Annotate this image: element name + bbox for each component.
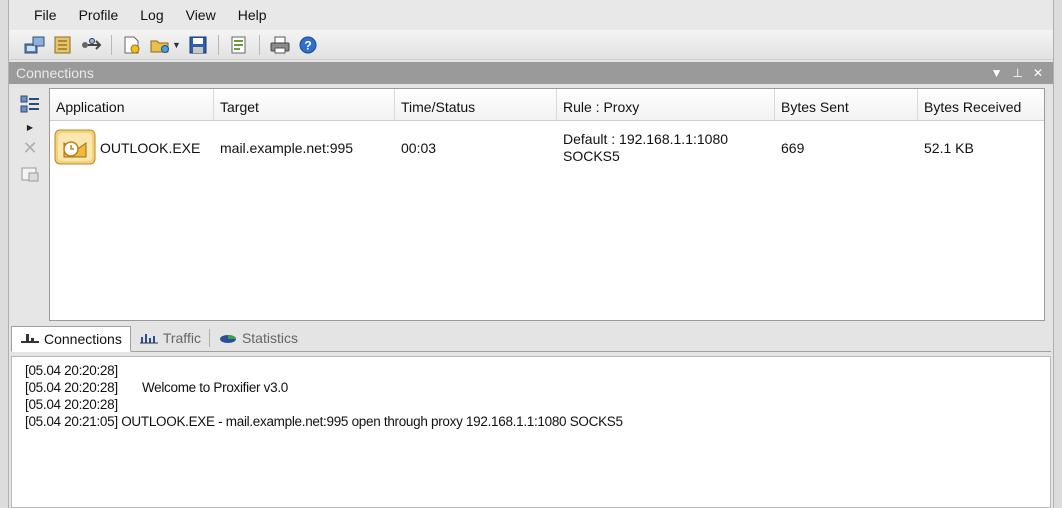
connections-icon[interactable] xyxy=(23,34,47,56)
close-connection-icon[interactable]: ✕ xyxy=(22,138,37,159)
expand-arrow-icon[interactable]: ▶ xyxy=(27,123,33,132)
tab-connections[interactable]: Connections xyxy=(11,326,131,352)
log-line: [05.04 20:20:28] Welcome to Proxifier v3… xyxy=(25,380,288,395)
open-profile-icon[interactable] xyxy=(148,34,172,56)
table-row[interactable]: OUTLOOK.EXE mail.example.net:995 00:03 D… xyxy=(50,121,1044,175)
new-profile-icon[interactable] xyxy=(120,34,144,56)
application-cell: OUTLOOK.EXE xyxy=(50,129,214,168)
bytes-received-cell: 52.1 KB xyxy=(924,140,974,156)
col-application[interactable]: Application xyxy=(50,89,214,121)
table-header: Application Target Time/Status Rule : Pr… xyxy=(50,89,1044,121)
log-line: [05.04 20:20:28] xyxy=(25,397,118,412)
tab-label: Statistics xyxy=(241,330,298,346)
bottom-tabs: Connections Traffic Statistics xyxy=(11,324,1051,352)
connections-table: Application Target Time/Status Rule : Pr… xyxy=(49,88,1045,321)
panel-title: Connections xyxy=(16,65,94,81)
log-panel[interactable]: [05.04 20:20:28] [05.04 20:20:28] Welcom… xyxy=(11,356,1051,508)
toolbar-separator xyxy=(218,34,219,55)
menu-view[interactable]: View xyxy=(175,7,227,23)
time-status-cell: 00:03 xyxy=(401,140,437,156)
menu-profile[interactable]: Profile xyxy=(68,7,130,23)
window-icon[interactable] xyxy=(20,165,40,186)
menu-bar: File Profile Log View Help xyxy=(9,0,1053,30)
toolbar-separator xyxy=(259,34,260,55)
col-time-status[interactable]: Time/Status xyxy=(395,89,557,121)
tab-label: Connections xyxy=(44,331,122,347)
tab-statistics[interactable]: Statistics xyxy=(210,325,306,351)
panel-controls: ▼ ⊥ ✕ xyxy=(991,62,1043,84)
outlook-icon xyxy=(54,129,96,168)
log-icon[interactable] xyxy=(227,34,251,56)
menu-log[interactable]: Log xyxy=(129,7,174,23)
menu-help[interactable]: Help xyxy=(227,7,278,23)
rule-proxy-line: Default : 192.168.1.1:1080 xyxy=(563,131,729,147)
log-line: [05.04 20:21:05] OUTLOOK.EXE - mail.exam… xyxy=(25,414,623,429)
rule-proxy-type: SOCKS5 xyxy=(563,148,620,164)
rules-icon[interactable] xyxy=(51,34,75,56)
proxy-icon[interactable] xyxy=(79,34,103,56)
statistics-tab-icon xyxy=(219,335,236,343)
application-name: OUTLOOK.EXE xyxy=(100,140,201,156)
col-target[interactable]: Target xyxy=(214,89,395,121)
save-profile-icon[interactable] xyxy=(186,34,210,56)
chevron-down-icon[interactable]: ▼ xyxy=(172,40,182,50)
toolbar-separator xyxy=(111,34,112,55)
tab-traffic[interactable]: Traffic xyxy=(131,325,209,351)
connections-panel-header: Connections ▼ ⊥ ✕ xyxy=(9,62,1053,84)
group-icon[interactable] xyxy=(19,94,41,117)
tab-label: Traffic xyxy=(162,330,201,346)
col-rule-proxy[interactable]: Rule : Proxy xyxy=(557,89,775,121)
close-icon[interactable]: ✕ xyxy=(1033,66,1043,80)
pin-icon[interactable]: ⊥ xyxy=(1012,66,1022,80)
proxifier-window: File Profile Log View Help ▼ ? Connectio… xyxy=(8,0,1054,508)
log-line: [05.04 20:20:28] xyxy=(25,363,118,378)
toolbar: ▼ ? xyxy=(9,30,1053,60)
col-bytes-received[interactable]: Bytes Received xyxy=(918,89,1044,121)
traffic-tab-icon xyxy=(139,334,158,344)
connections-tab-icon xyxy=(21,334,39,343)
menu-file[interactable]: File xyxy=(23,7,68,23)
bytes-sent-cell: 669 xyxy=(781,140,805,156)
svg-text:?: ? xyxy=(304,38,311,52)
connection-tools-strip: ▶ ✕ xyxy=(11,88,49,320)
print-icon[interactable] xyxy=(268,34,292,56)
help-icon[interactable]: ? xyxy=(296,34,320,56)
col-bytes-sent[interactable]: Bytes Sent xyxy=(775,89,918,121)
panel-menu-icon[interactable]: ▼ xyxy=(991,66,1003,80)
rule-proxy-cell: Default : 192.168.1.1:1080 SOCKS5 xyxy=(557,131,775,165)
target-cell: mail.example.net:995 xyxy=(220,140,354,156)
